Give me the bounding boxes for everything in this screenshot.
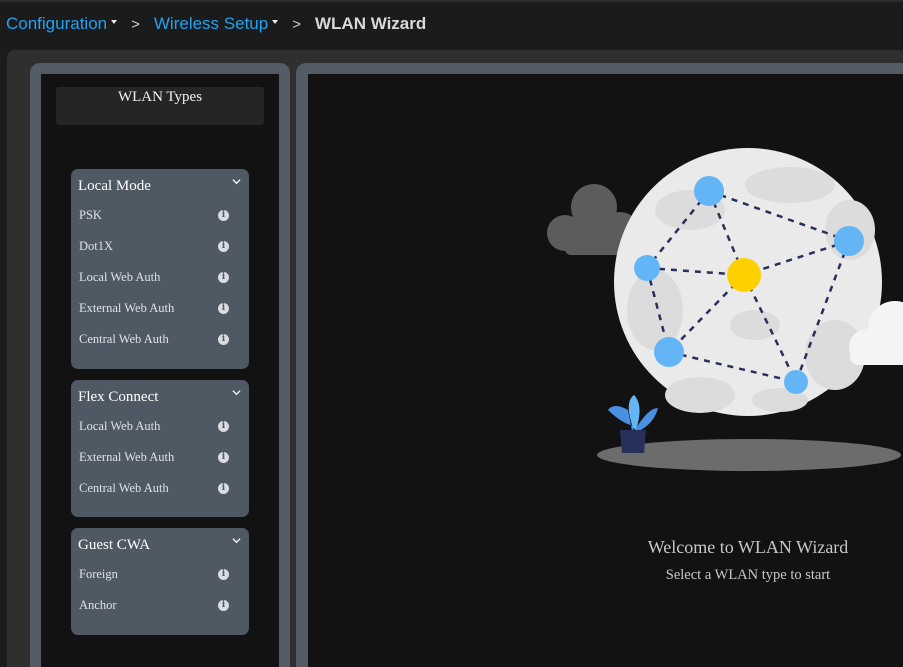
breadcrumb-configuration[interactable]: Configuration xyxy=(6,14,118,34)
info-icon[interactable]: i xyxy=(218,452,229,463)
welcome-subtitle: Select a WLAN type to start xyxy=(665,567,831,583)
wlan-type-psk[interactable]: PSK xyxy=(79,208,102,223)
caret-down-icon xyxy=(272,20,279,24)
wlan-type-foreign[interactable]: Foreign xyxy=(79,567,118,582)
network-globe-illustration xyxy=(547,148,903,471)
wlan-type-external-web-auth[interactable]: External Web Auth xyxy=(79,450,174,465)
central-node xyxy=(727,258,761,292)
group-local-mode: Local Mode PSK i Dot1X i Local Web Auth … xyxy=(71,169,249,369)
group-title[interactable]: Guest CWA xyxy=(78,537,150,554)
breadcrumb-current: WLAN Wizard xyxy=(314,14,427,33)
breadcrumb-wireless-setup-label: Wireless Setup xyxy=(153,14,269,33)
wlan-type-external-web-auth[interactable]: External Web Auth xyxy=(79,301,174,316)
group-flex-connect: Flex Connect Local Web Auth i External W… xyxy=(71,380,249,517)
info-icon[interactable]: i xyxy=(218,569,229,580)
network-node xyxy=(654,337,684,367)
network-node xyxy=(694,176,724,206)
caret-down-icon xyxy=(111,20,118,24)
info-icon[interactable]: i xyxy=(218,272,229,283)
info-icon[interactable]: i xyxy=(218,600,229,611)
top-divider xyxy=(0,0,903,2)
group-title[interactable]: Local Mode xyxy=(78,178,151,195)
wlan-type-local-web-auth[interactable]: Local Web Auth xyxy=(79,270,160,285)
info-icon[interactable]: i xyxy=(218,303,229,314)
wlan-type-dot1x[interactable]: Dot1X xyxy=(79,239,113,254)
group-title[interactable]: Flex Connect xyxy=(78,389,158,406)
network-node xyxy=(784,370,808,394)
breadcrumb-configuration-label: Configuration xyxy=(6,14,108,33)
network-node xyxy=(634,255,660,281)
group-guest-cwa: Guest CWA Foreign i Anchor i xyxy=(71,528,249,635)
wlan-type-local-web-auth[interactable]: Local Web Auth xyxy=(79,419,160,434)
info-icon[interactable]: i xyxy=(218,483,229,494)
wlan-types-header: WLAN Types xyxy=(56,87,264,125)
wlan-type-anchor[interactable]: Anchor xyxy=(79,598,117,613)
breadcrumb-separator: > xyxy=(131,15,140,33)
chevron-down-icon[interactable] xyxy=(232,536,241,545)
chevron-down-icon[interactable] xyxy=(232,388,241,397)
network-node xyxy=(834,226,864,256)
info-icon[interactable]: i xyxy=(218,241,229,252)
wlan-type-central-web-auth[interactable]: Central Web Auth xyxy=(79,332,169,347)
breadcrumb: Configuration > Wireless Setup > WLAN Wi… xyxy=(6,13,426,35)
info-icon[interactable]: i xyxy=(218,210,229,221)
info-icon[interactable]: i xyxy=(218,334,229,345)
info-icon[interactable]: i xyxy=(218,421,229,432)
wlan-type-central-web-auth[interactable]: Central Web Auth xyxy=(79,481,169,496)
breadcrumb-wireless-setup[interactable]: Wireless Setup xyxy=(153,14,279,34)
welcome-title: Welcome to WLAN Wizard xyxy=(647,537,849,557)
chevron-down-icon[interactable] xyxy=(232,177,241,186)
wlan-types-title: WLAN Types xyxy=(117,89,203,105)
breadcrumb-separator: > xyxy=(292,15,301,33)
